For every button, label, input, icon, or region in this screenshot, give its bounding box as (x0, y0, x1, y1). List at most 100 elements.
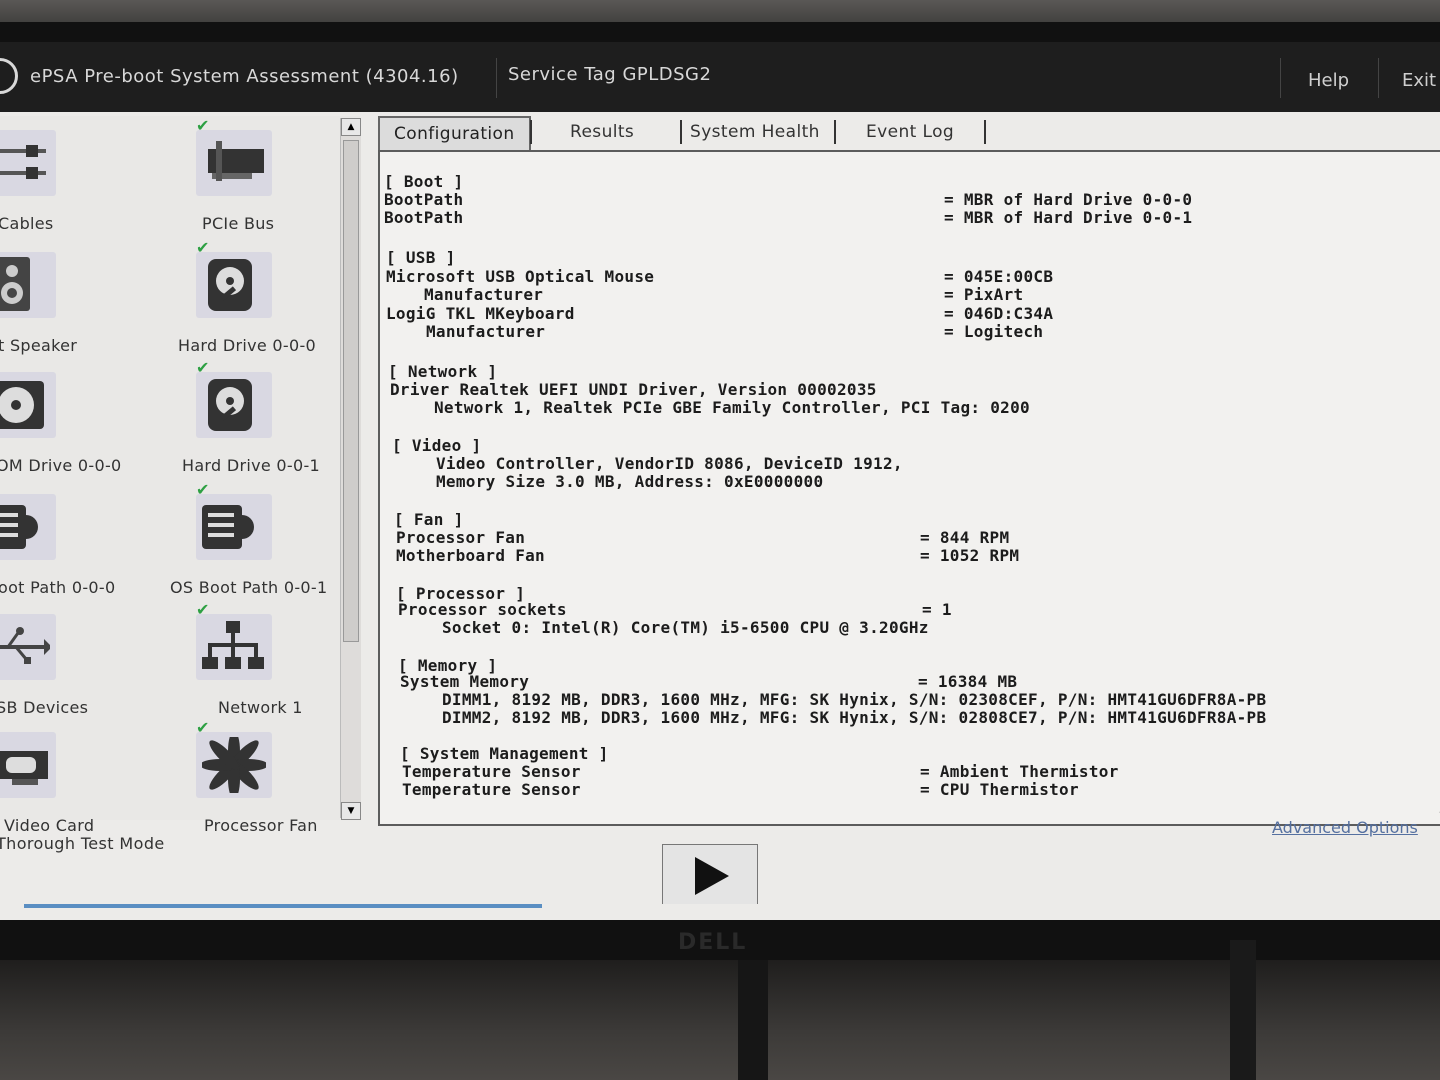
tab-separator (530, 120, 532, 144)
optical-drive-icon (0, 372, 56, 438)
fan-icon (196, 732, 272, 798)
play-icon (695, 857, 729, 895)
hard-drive-icon (196, 372, 272, 438)
epsa-screen: ePSA Pre-boot System Assessment (4304.16… (0, 42, 1440, 920)
tab-separator (834, 120, 836, 144)
device-label: Hard Drive 0-0-0 (178, 336, 317, 355)
config-item: System Memory (400, 672, 530, 691)
config-item: Manufacturer (424, 285, 544, 304)
config-item: Video Controller, VendorID 8086, DeviceI… (436, 454, 903, 473)
device-label: Hard Drive 0-0-1 (182, 456, 321, 475)
device-label: Processor Fan (204, 816, 318, 835)
device-label: SB Devices (0, 698, 89, 717)
monitor-brand-logo: DELL (678, 930, 748, 955)
check-icon: ✔ (196, 238, 210, 257)
service-tag: Service Tag GPLDSG2 (508, 64, 712, 85)
tab-separator (984, 120, 986, 144)
title-bar: ePSA Pre-boot System Assessment (4304.16… (0, 42, 1440, 112)
exit-button[interactable]: Exit (1402, 70, 1436, 91)
network-icon (196, 614, 272, 680)
configuration-panel[interactable]: ▼ [ Boot ]BootPath= MBR of Hard Drive 0-… (378, 150, 1440, 826)
title-separator (496, 58, 497, 98)
thorough-test-mode-option[interactable]: Thorough Test Mode (0, 834, 165, 853)
scroll-thumb[interactable] (343, 140, 359, 642)
monitor-stand-cable (1230, 940, 1256, 1080)
config-value: = MBR of Hard Drive 0-0-1 (944, 208, 1193, 227)
config-value: = 1052 RPM (920, 546, 1020, 565)
device-label: Video Card (4, 816, 95, 835)
tab-event-log[interactable]: Event Log (866, 122, 954, 142)
hard-drive-icon (196, 252, 272, 318)
config-item: Microsoft USB Optical Mouse (386, 267, 655, 286)
device-label: OS Boot Path 0-0-1 (170, 578, 328, 597)
config-item: Temperature Sensor (402, 780, 581, 799)
device-list-panel: Cables ✔ PCIe Bus t Speaker ✔ Hard Drive 0-0-… (0, 116, 360, 835)
config-item: LogiG TKL MKeyboard (386, 304, 575, 323)
config-item: DIMM1, 8192 MB, DDR3, 1600 MHz, MFG: SK … (442, 690, 1267, 709)
config-section-header: [ USB ] (386, 248, 456, 267)
config-value: = 16384 MB (918, 672, 1018, 691)
config-value: = 045E:00CB (944, 267, 1054, 286)
config-item: Temperature Sensor (402, 762, 581, 781)
usb-icon (0, 614, 56, 680)
config-item: Manufacturer (426, 322, 546, 341)
title-separator (1280, 58, 1281, 98)
check-icon: ✔ (196, 718, 210, 737)
device-label: PCIe Bus (202, 214, 275, 233)
config-section-header: [ Boot ] (384, 172, 464, 191)
progress-bar (24, 904, 542, 908)
device-item-processor-fan[interactable]: ✔ Processor Fan (0, 116, 317, 835)
config-item: Motherboard Fan (396, 546, 545, 565)
boot-path-icon (196, 494, 272, 560)
config-section-header: [ Network ] (388, 362, 498, 381)
config-item: BootPath (384, 190, 464, 209)
config-value: = PixArt (944, 285, 1024, 304)
config-section-header: [ Fan ] (394, 510, 464, 529)
pcie-card-icon (196, 130, 272, 196)
dell-logo-icon (0, 58, 18, 94)
speaker-icon (0, 252, 56, 318)
check-icon: ✔ (196, 600, 210, 619)
app-title: ePSA Pre-boot System Assessment (4304.16… (30, 66, 459, 87)
device-label: OM Drive 0-0-0 (0, 456, 122, 475)
tab-system-health[interactable]: System Health (690, 122, 820, 142)
check-icon: ✔ (196, 480, 210, 499)
background-desk (0, 960, 1440, 1080)
scroll-down-button[interactable]: ▼ (341, 802, 361, 820)
check-icon: ✔ (196, 358, 210, 377)
monitor-stand (738, 960, 768, 1080)
device-label: oot Path 0-0-0 (0, 578, 116, 597)
config-section-header: [ System Management ] (400, 744, 609, 763)
boot-path-icon (0, 494, 56, 560)
advanced-options-link[interactable]: Advanced Options (1272, 818, 1418, 837)
config-item: Memory Size 3.0 MB, Address: 0xE0000000 (436, 472, 824, 491)
config-value: = MBR of Hard Drive 0-0-0 (944, 190, 1193, 209)
config-value: = CPU Thermistor (920, 780, 1079, 799)
tab-results[interactable]: Results (570, 122, 634, 142)
tab-configuration[interactable]: Configuration (378, 116, 531, 152)
help-button[interactable]: Help (1308, 70, 1349, 91)
scroll-up-button[interactable]: ▲ (341, 118, 361, 136)
config-value: = Ambient Thermistor (920, 762, 1119, 781)
config-item: DIMM2, 8192 MB, DDR3, 1600 MHz, MFG: SK … (442, 708, 1267, 727)
device-label: Network 1 (218, 698, 303, 717)
config-item: Driver Realtek UEFI UNDI Driver, Version… (390, 380, 877, 399)
start-test-button[interactable] (662, 844, 758, 906)
config-value: = 1 (922, 600, 952, 619)
config-value: = Logitech (944, 322, 1044, 341)
check-icon: ✔ (196, 116, 210, 135)
config-item: Network 1, Realtek PCIe GBE Family Contr… (434, 398, 1030, 417)
device-list-scrollbar[interactable]: ▲ ▼ (340, 118, 361, 820)
tab-separator (680, 120, 682, 144)
config-item: BootPath (384, 208, 464, 227)
config-item: Processor Fan (396, 528, 526, 547)
config-item: Socket 0: Intel(R) Core(TM) i5-6500 CPU … (442, 618, 929, 637)
config-value: = 844 RPM (920, 528, 1010, 547)
config-item: Processor sockets (398, 600, 567, 619)
tab-bar: Configuration Results System Health Even… (370, 114, 1440, 152)
config-value: = 046D:C34A (944, 304, 1054, 323)
title-separator (1378, 58, 1379, 98)
device-label: t Speaker (0, 336, 78, 355)
config-section-header: [ Video ] (392, 436, 482, 455)
video-card-icon (0, 732, 56, 798)
